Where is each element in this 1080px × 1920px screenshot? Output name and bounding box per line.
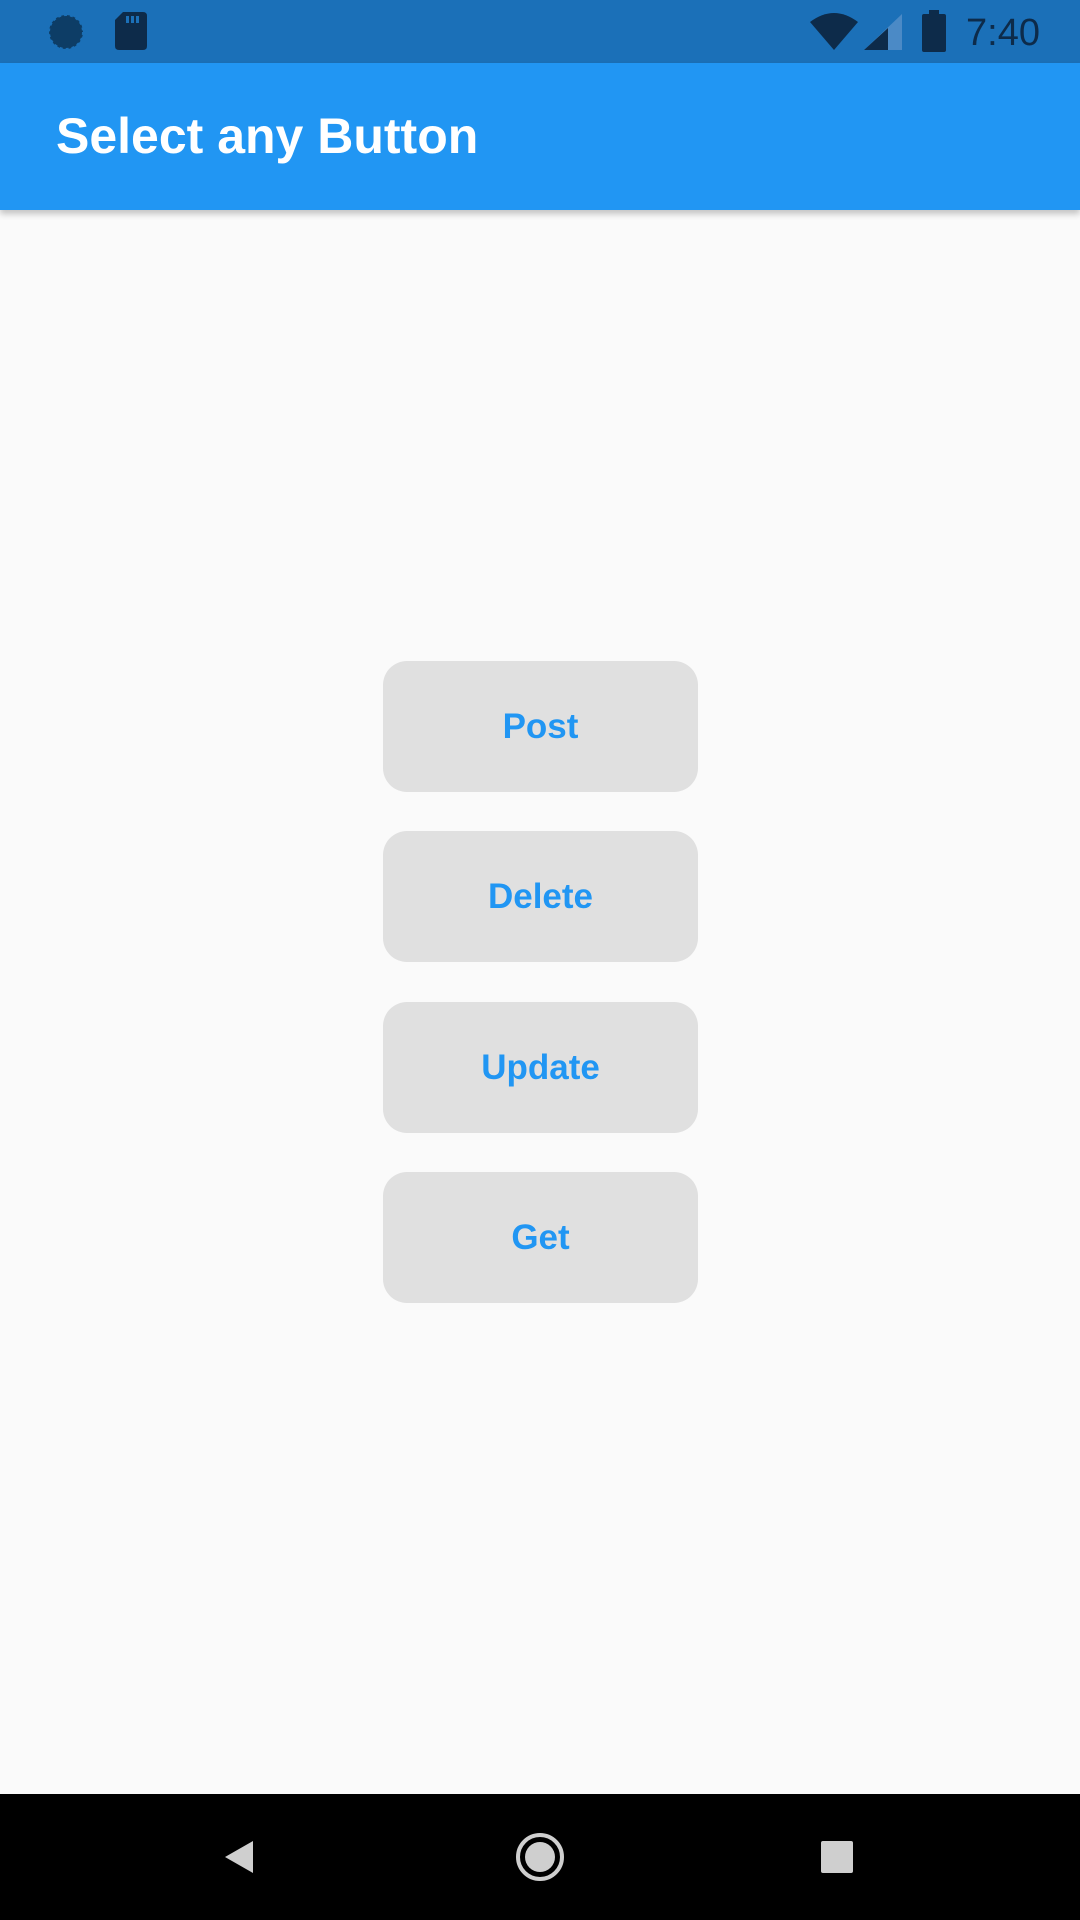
- sync-icon: [46, 12, 86, 57]
- signal-icon: [864, 14, 902, 55]
- post-button[interactable]: Post: [383, 661, 698, 792]
- page-title: Select any Button: [56, 108, 479, 164]
- update-button[interactable]: Update: [383, 1002, 698, 1133]
- back-icon[interactable]: [206, 1822, 276, 1892]
- delete-button[interactable]: Delete: [383, 831, 698, 962]
- screen: 7:40 Select any Button Post Delete Updat…: [0, 0, 1080, 1920]
- wifi-icon: [810, 12, 858, 55]
- navigation-bar: [0, 1794, 1080, 1920]
- battery-icon: [922, 10, 946, 57]
- get-button[interactable]: Get: [383, 1172, 698, 1303]
- status-time: 7:40: [966, 12, 1040, 54]
- app-bar: Select any Button: [0, 63, 1080, 210]
- main-content: Post Delete Update Get: [0, 210, 1080, 1794]
- home-icon[interactable]: [505, 1822, 575, 1892]
- sd-card-icon: [115, 12, 147, 55]
- status-bar: 7:40: [0, 0, 1080, 63]
- recents-icon[interactable]: [802, 1822, 872, 1892]
